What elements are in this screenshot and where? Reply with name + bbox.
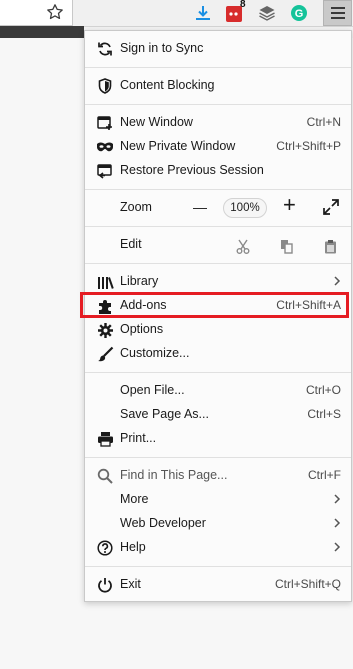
star-icon[interactable] (45, 2, 65, 22)
browser-toolbar: 8 G (0, 0, 353, 27)
menu-item-library[interactable]: Library (85, 270, 351, 294)
puzzle-piece-icon (96, 297, 114, 315)
fullscreen-icon[interactable] (323, 199, 339, 215)
grammarly-icon[interactable]: G (289, 3, 309, 23)
menu-label: Help (120, 540, 146, 554)
printer-icon (96, 430, 114, 448)
menu-item-add-ons[interactable]: Add-ons Ctrl+Shift+A (85, 294, 351, 318)
menu-label: Exit (120, 577, 141, 591)
menu-shortcut: Ctrl+F (308, 468, 341, 482)
power-icon (96, 576, 114, 594)
zoom-out-button[interactable]: — (193, 199, 207, 215)
menu-label: Web Developer (120, 516, 206, 530)
menu-item-more[interactable]: More (85, 488, 351, 512)
url-bar-end[interactable] (0, 0, 73, 26)
menu-label: Print... (120, 431, 157, 445)
menu-shortcut: Ctrl+N (306, 115, 341, 129)
menu-separator (85, 189, 351, 190)
svg-text:G: G (295, 8, 304, 20)
menu-separator (85, 226, 351, 227)
menu-label: Zoom (120, 200, 152, 214)
menu-label: Customize... (120, 346, 190, 360)
menu-label: Find in This Page... (120, 468, 228, 482)
menu-separator (85, 372, 351, 373)
menu-label: Library (120, 274, 159, 288)
chevron-right-icon (332, 540, 342, 554)
chevron-right-icon (332, 516, 342, 530)
tab-strip-edge (0, 26, 84, 38)
menu-label: Add-ons (120, 298, 167, 312)
menu-item-sign-in[interactable]: Sign in to Sync (85, 37, 351, 61)
zoom-reset-button[interactable]: 100% (223, 198, 267, 218)
menu-item-new-private-window[interactable]: New Private Window Ctrl+Shift+P (85, 135, 351, 159)
copy-icon[interactable] (279, 238, 295, 254)
download-icon[interactable] (193, 3, 213, 23)
search-icon (96, 467, 114, 485)
paste-icon[interactable] (322, 238, 338, 254)
restore-session-icon (96, 162, 114, 180)
chevron-right-icon (332, 274, 342, 288)
menu-separator (85, 263, 351, 264)
paintbrush-icon (96, 345, 114, 363)
menu-shortcut: Ctrl+S (307, 407, 341, 421)
menu-item-find[interactable]: Find in This Page... Ctrl+F (85, 464, 351, 488)
layers-icon[interactable] (257, 3, 277, 23)
menu-label: More (120, 492, 149, 506)
menu-separator (85, 566, 351, 567)
menu-icon[interactable] (323, 0, 352, 26)
menu-shortcut: Ctrl+Shift+P (276, 139, 341, 153)
menu-item-help[interactable]: Help (85, 536, 351, 560)
menu-label: Save Page As... (120, 407, 209, 421)
menu-label: Restore Previous Session (120, 163, 264, 177)
menu-item-open-file[interactable]: Open File... Ctrl+O (85, 379, 351, 403)
menu-item-new-window[interactable]: New Window Ctrl+N (85, 111, 351, 135)
menu-item-customize[interactable]: Customize... (85, 342, 351, 366)
cut-icon[interactable] (235, 238, 251, 254)
menu-label: Edit (120, 237, 142, 251)
menu-item-save-page[interactable]: Save Page As... Ctrl+S (85, 403, 351, 427)
private-mask-icon (96, 138, 114, 156)
menu-label: Open File... (120, 383, 185, 397)
menu-item-content-blocking[interactable]: Content Blocking (85, 74, 351, 98)
menu-item-restore-session[interactable]: Restore Previous Session (85, 159, 351, 183)
menu-label: New Window (120, 115, 193, 129)
menu-label: Options (120, 322, 164, 336)
menu-separator (85, 457, 351, 458)
help-icon (96, 539, 114, 557)
menu-item-web-developer[interactable]: Web Developer (85, 512, 351, 536)
menu-shortcut: Ctrl+O (305, 383, 341, 397)
menu-item-zoom: Zoom (85, 196, 351, 220)
extension-badge: 8 (240, 0, 246, 10)
shield-icon (96, 77, 114, 95)
menu-label: Sign in to Sync (120, 41, 204, 55)
library-icon (96, 273, 114, 291)
gear-icon (96, 321, 114, 339)
menu-separator (85, 67, 351, 68)
menu-label: Content Blocking (120, 78, 215, 92)
zoom-in-button[interactable]: + (283, 193, 296, 217)
app-menu-panel: Sign in to Sync Content Blocking New Win… (84, 30, 352, 602)
sync-icon (96, 40, 114, 58)
menu-shortcut: Ctrl+Shift+A (276, 298, 341, 312)
new-window-icon (96, 114, 114, 132)
menu-item-print[interactable]: Print... (85, 427, 351, 451)
menu-separator (85, 104, 351, 105)
menu-label: New Private Window (120, 139, 236, 153)
chevron-right-icon (332, 492, 342, 506)
menu-item-options[interactable]: Options (85, 318, 351, 342)
menu-shortcut: Ctrl+Shift+Q (274, 577, 341, 591)
menu-item-edit: Edit (85, 233, 351, 257)
menu-item-exit[interactable]: Exit Ctrl+Shift+Q (85, 573, 351, 597)
